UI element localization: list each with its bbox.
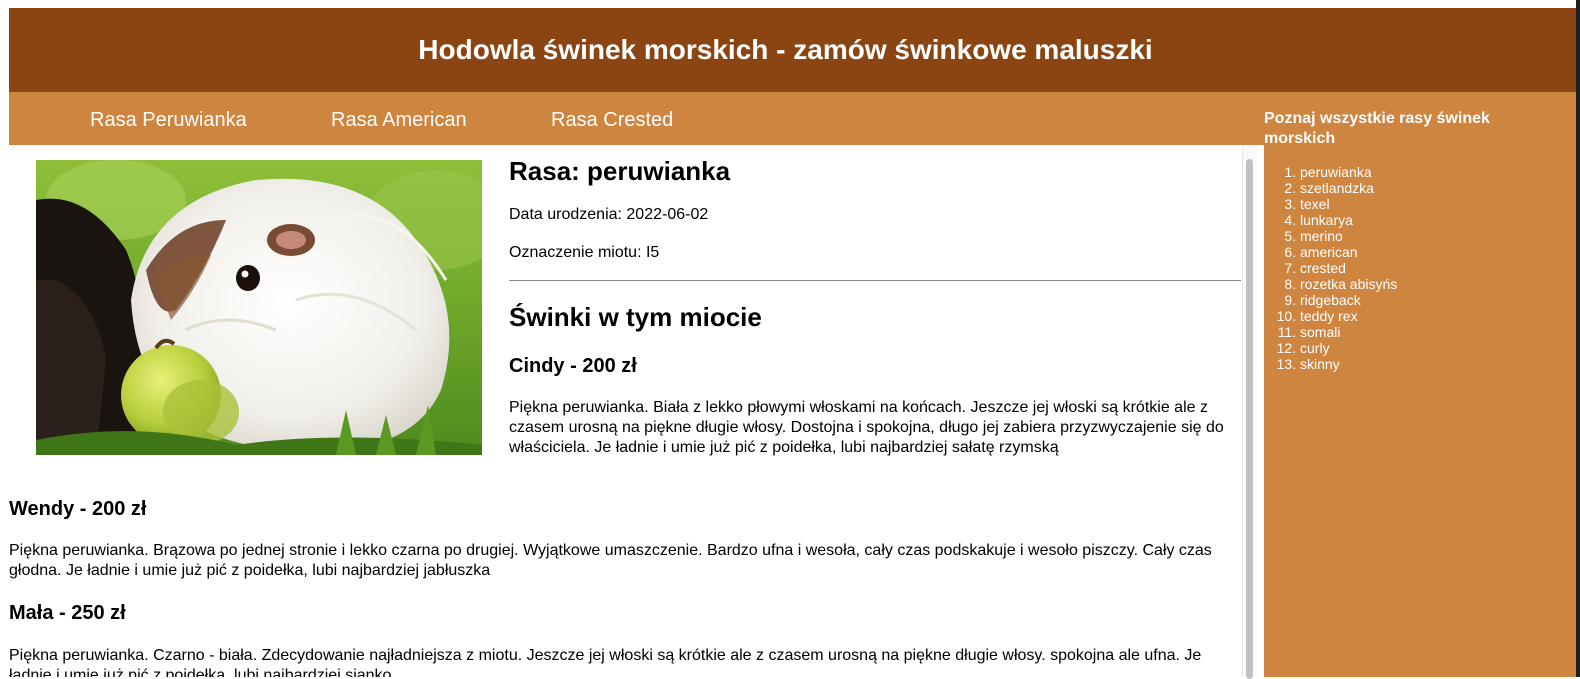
pig-name: Wendy - 200 zł [9,498,147,520]
list-item: szetlandzka [1300,180,1397,196]
litter-heading: Świnki w tym miocie [509,302,762,332]
breed-link[interactable]: skinny [1300,356,1340,372]
breed-link[interactable]: american [1300,244,1358,260]
main-nav: Rasa Peruwianka Rasa American Rasa Crest… [9,92,1264,145]
breed-link[interactable]: merino [1300,228,1343,244]
breed-link[interactable]: crested [1300,260,1346,276]
breed-link[interactable]: teddy rex [1300,308,1358,324]
breed-link[interactable]: texel [1300,196,1330,212]
pig-description: Piękna peruwianka. Biała z lekko płowymi… [509,399,1224,456]
breed-link[interactable]: curly [1300,340,1330,356]
list-item: american [1300,244,1397,260]
breed-link[interactable]: ridgeback [1300,292,1361,308]
pig-description: Piękna peruwianka. Czarno - biała. Zdecy… [9,647,1202,677]
list-item: merino [1300,228,1397,244]
page-title: Hodowla świnek morskich - zamów świnkowe… [418,34,1153,65]
list-item: curly [1300,340,1397,356]
breed-link[interactable]: peruwianka [1300,164,1372,180]
breed-link[interactable]: lunkarya [1300,212,1353,228]
list-item: crested [1300,260,1397,276]
column-gap [1256,145,1264,677]
breed-link[interactable]: rozetka abisyńs [1300,276,1397,292]
pig-name: Mała - 250 zł [9,602,126,624]
nav-link-peruwianka[interactable]: Rasa Peruwianka [90,109,247,132]
list-item: texel [1300,196,1397,212]
pig-name: Cindy - 200 zł [509,355,637,377]
nav-link-american[interactable]: Rasa American [331,109,467,132]
birth-date: Data urodzenia: 2022-06-02 [509,206,709,223]
litter-mark: Oznaczenie miotu: I5 [509,244,660,261]
scrollbar[interactable] [1242,145,1257,679]
window-left-border [0,0,9,677]
breeds-list: peruwianka szetlandzka texel lunkarya me… [1264,164,1397,372]
list-item: teddy rex [1300,308,1397,324]
breed-link[interactable]: szetlandzka [1300,180,1374,196]
list-item: somali [1300,324,1397,340]
sidebar-heading: Poznaj wszystkie rasy świnek morskich [1264,110,1490,147]
page-header: Hodowla świnek morskich - zamów świnkowe… [9,8,1576,92]
breed-link[interactable]: somali [1300,324,1340,340]
window-right-border [1576,0,1580,677]
breeds-sidebar: Poznaj wszystkie rasy świnek morskich pe… [1264,92,1576,677]
list-item: peruwianka [1300,164,1397,180]
list-item: ridgeback [1300,292,1397,308]
list-item: rozetka abisyńs [1300,276,1397,292]
breed-title: Rasa: peruwianka [509,156,731,186]
guinea-pig-photo [36,160,482,455]
nav-link-crested[interactable]: Rasa Crested [551,109,673,132]
window-top-border [0,0,1580,8]
list-item: skinny [1300,356,1397,372]
scrollbar-thumb[interactable] [1246,159,1253,679]
list-item: lunkarya [1300,212,1397,228]
pig-description: Piękna peruwianka. Brązowa po jednej str… [9,542,1212,579]
main-content: Rasa: peruwianka Data urodzenia: 2022-06… [9,145,1242,677]
divider [509,280,1241,281]
